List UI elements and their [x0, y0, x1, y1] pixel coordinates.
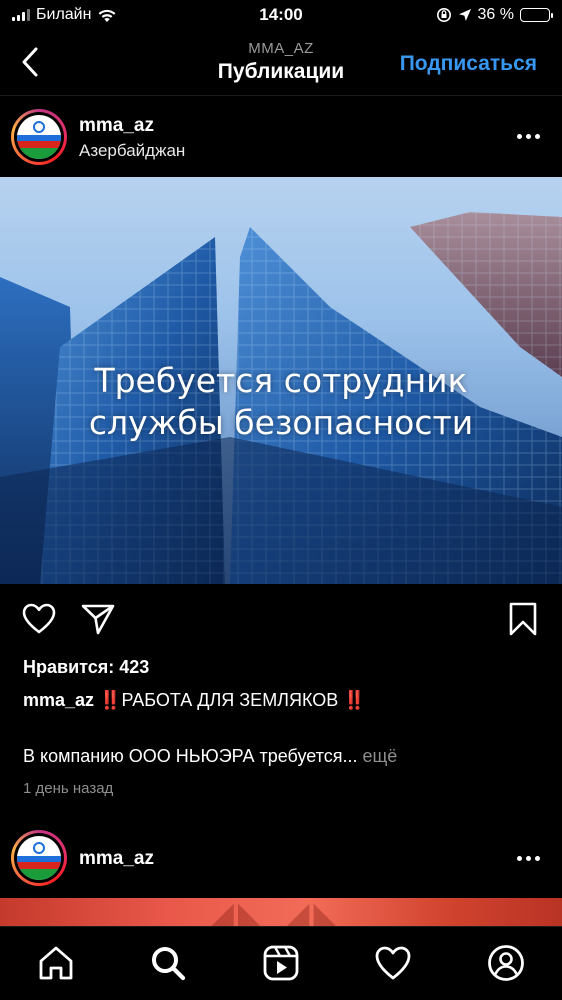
post-username[interactable]: mma_az [79, 115, 154, 137]
search-icon[interactable] [148, 943, 188, 983]
location-icon [458, 9, 471, 21]
caption-text: РАБОТА ДЛЯ ЗЕМЛЯКОВ [121, 690, 339, 710]
post-image[interactable]: Требуется сотрудник службы безопасности [0, 177, 562, 584]
more-link[interactable]: ещё [362, 746, 397, 766]
battery-icon [520, 8, 553, 22]
reels-icon[interactable] [261, 943, 301, 983]
heart-icon[interactable] [373, 943, 413, 983]
caption-emoji-start: ‼️ [99, 690, 122, 710]
post-actions [0, 596, 562, 646]
more-options-icon[interactable] [517, 134, 540, 139]
next-post-header: mma_az [0, 818, 562, 898]
post-location[interactable]: Азербайджан [79, 141, 185, 161]
status-bar: Билайн 14:00 36 % [0, 0, 562, 34]
avatar[interactable] [11, 830, 67, 886]
more-options-icon[interactable] [517, 856, 540, 861]
home-icon[interactable] [36, 943, 76, 983]
status-right: 36 % [436, 6, 553, 24]
post-image-text: Требуется сотрудник службы безопасности [0, 360, 562, 444]
likes-count[interactable]: Нравится: 423 [23, 657, 149, 678]
follow-button[interactable]: Подписаться [400, 52, 537, 76]
tab-bar [0, 926, 562, 1000]
avatar[interactable] [11, 109, 67, 165]
caption-emoji-end: ‼️ [343, 690, 366, 710]
post-image-text-line2: службы безопасности [88, 403, 474, 442]
post-caption: mma_az ‼️РАБОТА ДЛЯ ЗЕМЛЯКОВ ‼️ [23, 690, 366, 711]
next-post-username[interactable]: mma_az [79, 848, 154, 870]
caption-username[interactable]: mma_az [23, 690, 94, 710]
post-image-text-line1: Требуется сотрудник [94, 361, 468, 400]
battery-percent: 36 % [477, 6, 514, 23]
heart-icon[interactable] [21, 601, 57, 637]
caption-body-text: В компанию ООО НЬЮЭРА требуется... [23, 746, 358, 766]
profile-icon[interactable] [486, 943, 526, 983]
caption-body: В компанию ООО НЬЮЭРА требуется... ещё [23, 746, 397, 767]
orientation-lock-icon [436, 8, 451, 22]
bookmark-icon[interactable] [505, 601, 541, 637]
share-icon[interactable] [80, 601, 116, 637]
post-timestamp: 1 день назад [23, 780, 114, 797]
post-header: mma_az Азербайджан [0, 97, 562, 177]
nav-header: MMA_AZ Публикации Подписаться [0, 34, 562, 96]
